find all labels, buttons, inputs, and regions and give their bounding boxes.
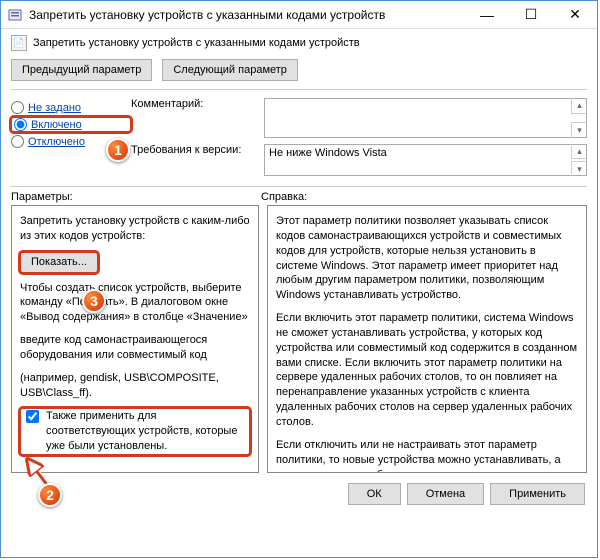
scroll-down-icon[interactable]: ▾ <box>571 122 587 138</box>
supported-label: Требования к версии: <box>131 144 256 156</box>
titlebar: Запретить установку устройств с указанны… <box>1 1 597 29</box>
panes: Запретить установку устройств с каким-ли… <box>11 205 587 473</box>
scroll-down-icon[interactable]: ▾ <box>571 161 587 176</box>
options-pane: Запретить установку устройств с каким-ли… <box>11 205 259 473</box>
nav-row: Предыдущий параметр Следующий параметр <box>1 55 597 89</box>
help-p1: Этот параметр политики позволяет указыва… <box>276 214 578 303</box>
options-hint3: (например, gendisk, USB\COMPOSITE, USB\C… <box>20 371 250 401</box>
radio-enabled-label[interactable]: Включено <box>31 119 82 131</box>
radio-not-configured-label[interactable]: Не задано <box>28 102 81 114</box>
minimize-button[interactable]: — <box>465 1 509 29</box>
next-setting-button[interactable]: Следующий параметр <box>162 59 298 81</box>
apply-existing-checkbox[interactable] <box>26 410 39 423</box>
apply-existing-label: Также применить для соответствующих устр… <box>46 409 248 454</box>
help-p3: Если отключить или не настраивать этот п… <box>276 438 578 473</box>
policy-subheader: 📄 Запретить установку устройств с указан… <box>1 29 597 55</box>
policy-editor-window: Запретить установку устройств с указанны… <box>0 0 598 558</box>
radio-not-configured[interactable] <box>11 101 24 114</box>
radio-disabled-label[interactable]: Отключено <box>28 136 85 148</box>
radio-disabled[interactable] <box>11 135 24 148</box>
window-title: Запретить установку устройств с указанны… <box>29 8 465 22</box>
settings-area: Не задано Включено Отключено Комментарий… <box>1 90 597 186</box>
radio-enabled[interactable] <box>14 118 27 131</box>
annotation-3: 3 <box>82 289 106 313</box>
annotation-2: 2 <box>38 483 62 507</box>
comment-input[interactable] <box>264 98 587 138</box>
supported-value: Не ниже Windows Vista <box>264 144 587 176</box>
scroll-up-icon[interactable]: ▴ <box>571 98 587 114</box>
options-intro: Запретить установку устройств с каким-ли… <box>20 214 250 244</box>
options-hint2: введите код самонастраивающегося оборудо… <box>20 333 250 363</box>
help-label: Справка: <box>261 191 587 203</box>
cancel-button[interactable]: Отмена <box>407 483 484 505</box>
help-p2: Если включить этот параметр политики, си… <box>276 311 578 430</box>
ok-button[interactable]: ОК <box>348 483 401 505</box>
options-label: Параметры: <box>11 191 261 203</box>
pane-labels: Параметры: Справка: <box>11 191 587 203</box>
apply-button[interactable]: Применить <box>490 483 585 505</box>
policy-icon: 📄 <box>11 35 27 51</box>
options-hint1: Чтобы создать список устройств, выберите… <box>20 281 250 326</box>
show-button[interactable]: Показать... <box>20 252 98 273</box>
separator <box>11 186 587 187</box>
close-button[interactable]: ✕ <box>553 1 597 29</box>
help-pane: Этот параметр политики позволяет указыва… <box>267 205 587 473</box>
scroll-up-icon[interactable]: ▴ <box>571 144 587 159</box>
dialog-footer: ОК Отмена Применить <box>1 473 597 515</box>
maximize-button[interactable]: ☐ <box>509 1 553 29</box>
window-icon <box>7 7 23 23</box>
comment-label: Комментарий: <box>131 98 256 110</box>
prev-setting-button[interactable]: Предыдущий параметр <box>11 59 152 81</box>
policy-subtitle: Запретить установку устройств с указанны… <box>33 37 360 49</box>
annotation-1: 1 <box>106 138 130 162</box>
